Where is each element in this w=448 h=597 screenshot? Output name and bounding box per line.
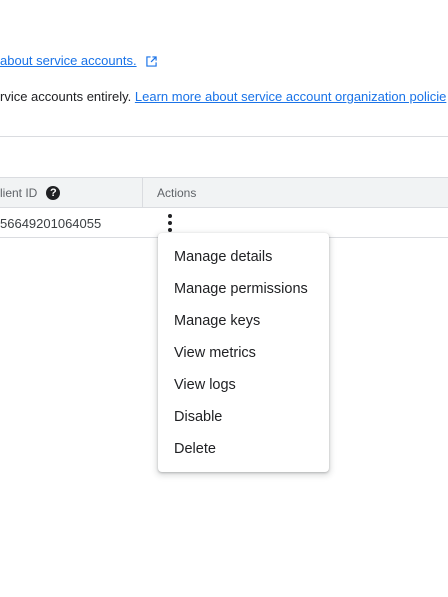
- menu-item-view-metrics[interactable]: View metrics: [158, 337, 329, 369]
- org-policy-line: rvice accounts entirely. Learn more abou…: [0, 89, 446, 104]
- service-accounts-table: lient ID ? Actions 56649201064055: [0, 177, 448, 238]
- menu-item-manage-keys[interactable]: Manage keys: [158, 305, 329, 337]
- menu-item-disable[interactable]: Disable: [158, 401, 329, 433]
- org-policy-link[interactable]: Learn more about service account organiz…: [135, 89, 446, 104]
- table-header: lient ID ? Actions: [0, 177, 448, 208]
- menu-item-view-logs[interactable]: View logs: [158, 369, 329, 401]
- learn-more-line: about service accounts.: [0, 53, 157, 70]
- external-link-icon[interactable]: [146, 55, 157, 70]
- column-divider: [142, 178, 143, 207]
- learn-more-service-accounts-link[interactable]: about service accounts.: [0, 53, 137, 68]
- actions-menu: Manage details Manage permissions Manage…: [158, 233, 329, 472]
- org-policy-text: rvice accounts entirely.: [0, 89, 135, 104]
- more-vert-icon[interactable]: [160, 213, 180, 233]
- help-icon[interactable]: ?: [46, 186, 61, 200]
- menu-item-delete[interactable]: Delete: [158, 433, 329, 465]
- menu-item-manage-permissions[interactable]: Manage permissions: [158, 273, 329, 305]
- section-divider: [0, 136, 448, 137]
- menu-item-manage-details[interactable]: Manage details: [158, 241, 329, 273]
- column-header-actions: Actions: [157, 186, 197, 200]
- client-id-cell: 56649201064055: [0, 216, 102, 231]
- column-header-client-id: lient ID ?: [0, 186, 61, 200]
